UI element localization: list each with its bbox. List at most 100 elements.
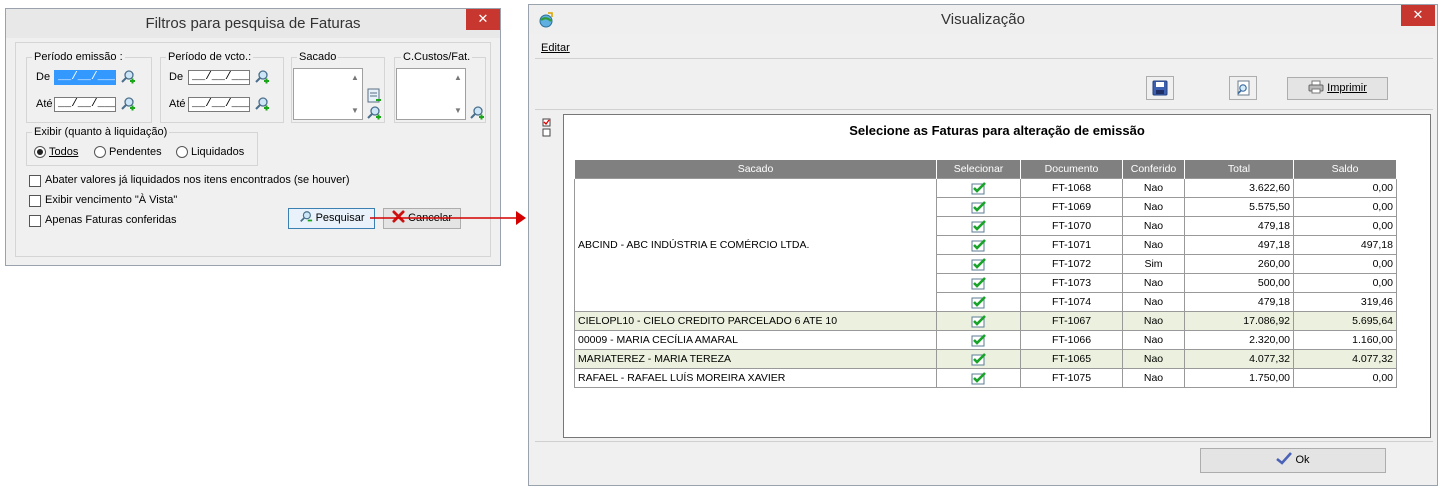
emissao-ate-search-icon[interactable] — [120, 96, 136, 112]
radio-todos[interactable] — [34, 146, 46, 158]
ccustos-list-scrollbar[interactable]: ▲ ▼ — [451, 69, 465, 119]
checkbox-conferidas[interactable] — [29, 215, 41, 227]
pesquisar-button[interactable]: Pesquisar — [288, 208, 375, 229]
checked-checkbox-icon[interactable] — [971, 181, 987, 195]
sacado-list-icon[interactable] — [366, 88, 382, 104]
cell-selecionar[interactable] — [936, 235, 1021, 255]
checked-checkbox-icon[interactable] — [971, 219, 987, 233]
cell-selecionar[interactable] — [936, 197, 1021, 217]
vcto-de-search-icon[interactable] — [254, 69, 270, 85]
cell-saldo: 1.160,00 — [1293, 330, 1397, 350]
cell-conferido: Nao — [1122, 235, 1185, 255]
checked-checkbox-icon[interactable] — [971, 257, 987, 271]
cell-saldo: 0,00 — [1293, 197, 1397, 217]
cell-total: 5.575,50 — [1184, 197, 1294, 217]
sacado-search-icon[interactable] — [366, 105, 382, 121]
checkbox-abater[interactable] — [29, 175, 41, 187]
table-row: RAFAEL - RAFAEL LUÍS MOREIRA XAVIER FT-10… — [574, 368, 1397, 388]
vcto-de-label: De — [169, 71, 184, 83]
radio-todos-text: Todos — [49, 146, 79, 158]
scroll-up-icon[interactable]: ▲ — [348, 73, 362, 82]
ccustos-list[interactable]: ▲ ▼ — [396, 68, 466, 120]
emissao-ate-input[interactable]: __/__/____ — [54, 97, 116, 112]
scroll-down-icon[interactable]: ▼ — [348, 106, 362, 115]
cell-total: 479,18 — [1184, 216, 1294, 236]
cell-conferido: Nao — [1122, 216, 1185, 236]
preview-titlebar: Visualização ✕ — [529, 5, 1437, 34]
radio-liquidados[interactable] — [176, 146, 188, 158]
cell-total: 497,18 — [1184, 235, 1294, 255]
bottom-bar: Ok — [535, 441, 1433, 481]
cell-selecionar[interactable] — [936, 292, 1021, 312]
col-conferido: Conferido — [1122, 159, 1185, 179]
cell-documento: FT-1075 — [1020, 368, 1123, 388]
checkbox-conferidas-label[interactable]: Apenas Faturas conferidas — [45, 214, 176, 227]
checkbox-avista-label[interactable]: Exibir vencimento "À Vista" — [45, 194, 177, 207]
sacado-list[interactable]: ▲ ▼ — [293, 68, 363, 120]
cell-selecionar[interactable] — [936, 349, 1021, 369]
cell-documento: FT-1066 — [1020, 330, 1123, 350]
filter-dialog-close-button[interactable]: ✕ — [466, 9, 500, 30]
cell-selecionar[interactable] — [936, 311, 1021, 331]
cell-conferido: Sim — [1122, 254, 1185, 274]
periodo-vcto-label: Período de vcto.: — [166, 51, 254, 63]
ccustos-search-icon[interactable] — [469, 105, 485, 121]
cell-selecionar[interactable] — [936, 330, 1021, 350]
scroll-up-icon[interactable]: ▲ — [451, 73, 465, 82]
vcto-de-input[interactable]: __/__/____ — [188, 70, 250, 85]
cell-selecionar[interactable] — [936, 216, 1021, 236]
checkbox-abater-label[interactable]: Abater valores já liquidados nos itens e… — [45, 174, 350, 187]
faturas-table: Sacado Selecionar Documento Conferido To… — [574, 159, 1397, 388]
cell-total: 260,00 — [1184, 254, 1294, 274]
preview-title: Visualização — [941, 11, 1025, 28]
vcto-ate-input[interactable]: __/__/____ — [188, 97, 250, 112]
emissao-ate-label: Até — [36, 98, 53, 110]
cell-saldo: 4.077,32 — [1293, 349, 1397, 369]
outline-tree-icon[interactable] — [542, 118, 552, 138]
filter-dialog-title: Filtros para pesquisa de Faturas — [145, 15, 361, 32]
cell-conferido: Nao — [1122, 330, 1185, 350]
radio-pendentes[interactable] — [94, 146, 106, 158]
ok-button[interactable]: Ok — [1200, 448, 1386, 473]
emissao-de-input[interactable]: __/__/____ — [54, 70, 116, 85]
checked-checkbox-icon[interactable] — [971, 200, 987, 214]
radio-todos-label[interactable]: Todos — [49, 146, 78, 159]
checked-checkbox-icon[interactable] — [971, 352, 987, 366]
radio-liquidados-label[interactable]: Liquidados — [191, 146, 244, 159]
cell-saldo: 0,00 — [1293, 178, 1397, 198]
cell-selecionar[interactable] — [936, 178, 1021, 198]
preview-close-button[interactable]: ✕ — [1401, 5, 1435, 26]
checked-checkbox-icon[interactable] — [971, 238, 987, 252]
cell-conferido: Nao — [1122, 292, 1185, 312]
col-total: Total — [1184, 159, 1294, 179]
cell-total: 17.086,92 — [1184, 311, 1294, 331]
table-header-row: Sacado Selecionar Documento Conferido To… — [574, 159, 1397, 179]
checked-checkbox-icon[interactable] — [971, 333, 987, 347]
col-saldo: Saldo — [1293, 159, 1397, 179]
floppy-disk-icon — [1152, 80, 1168, 96]
emissao-de-search-icon[interactable] — [120, 69, 136, 85]
checked-checkbox-icon[interactable] — [971, 276, 987, 290]
cell-documento: FT-1074 — [1020, 292, 1123, 312]
cell-selecionar[interactable] — [936, 368, 1021, 388]
zoom-button[interactable] — [1229, 76, 1257, 100]
zoom-page-icon — [1237, 80, 1250, 96]
cell-selecionar[interactable] — [936, 254, 1021, 274]
cell-total: 2.320,00 — [1184, 330, 1294, 350]
filter-dialog-titlebar: Filtros para pesquisa de Faturas ✕ — [6, 9, 500, 38]
checked-checkbox-icon[interactable] — [971, 314, 987, 328]
checked-checkbox-icon[interactable] — [971, 371, 987, 385]
checkbox-avista[interactable] — [29, 195, 41, 207]
radio-pendentes-label[interactable]: Pendentes — [109, 146, 162, 159]
vcto-ate-search-icon[interactable] — [254, 96, 270, 112]
cell-saldo: 319,46 — [1293, 292, 1397, 312]
sacado-list-scrollbar[interactable]: ▲ ▼ — [348, 69, 362, 119]
checked-checkbox-icon[interactable] — [971, 295, 987, 309]
imprimir-button[interactable]: Imprimir — [1287, 77, 1388, 100]
ccustos-label: C.Custos/Fat. — [401, 51, 473, 63]
scroll-down-icon[interactable]: ▼ — [451, 106, 465, 115]
cell-conferido: Nao — [1122, 273, 1185, 293]
save-button[interactable] — [1146, 76, 1174, 100]
cell-selecionar[interactable] — [936, 273, 1021, 293]
menu-editar[interactable]: Editar — [541, 42, 570, 55]
